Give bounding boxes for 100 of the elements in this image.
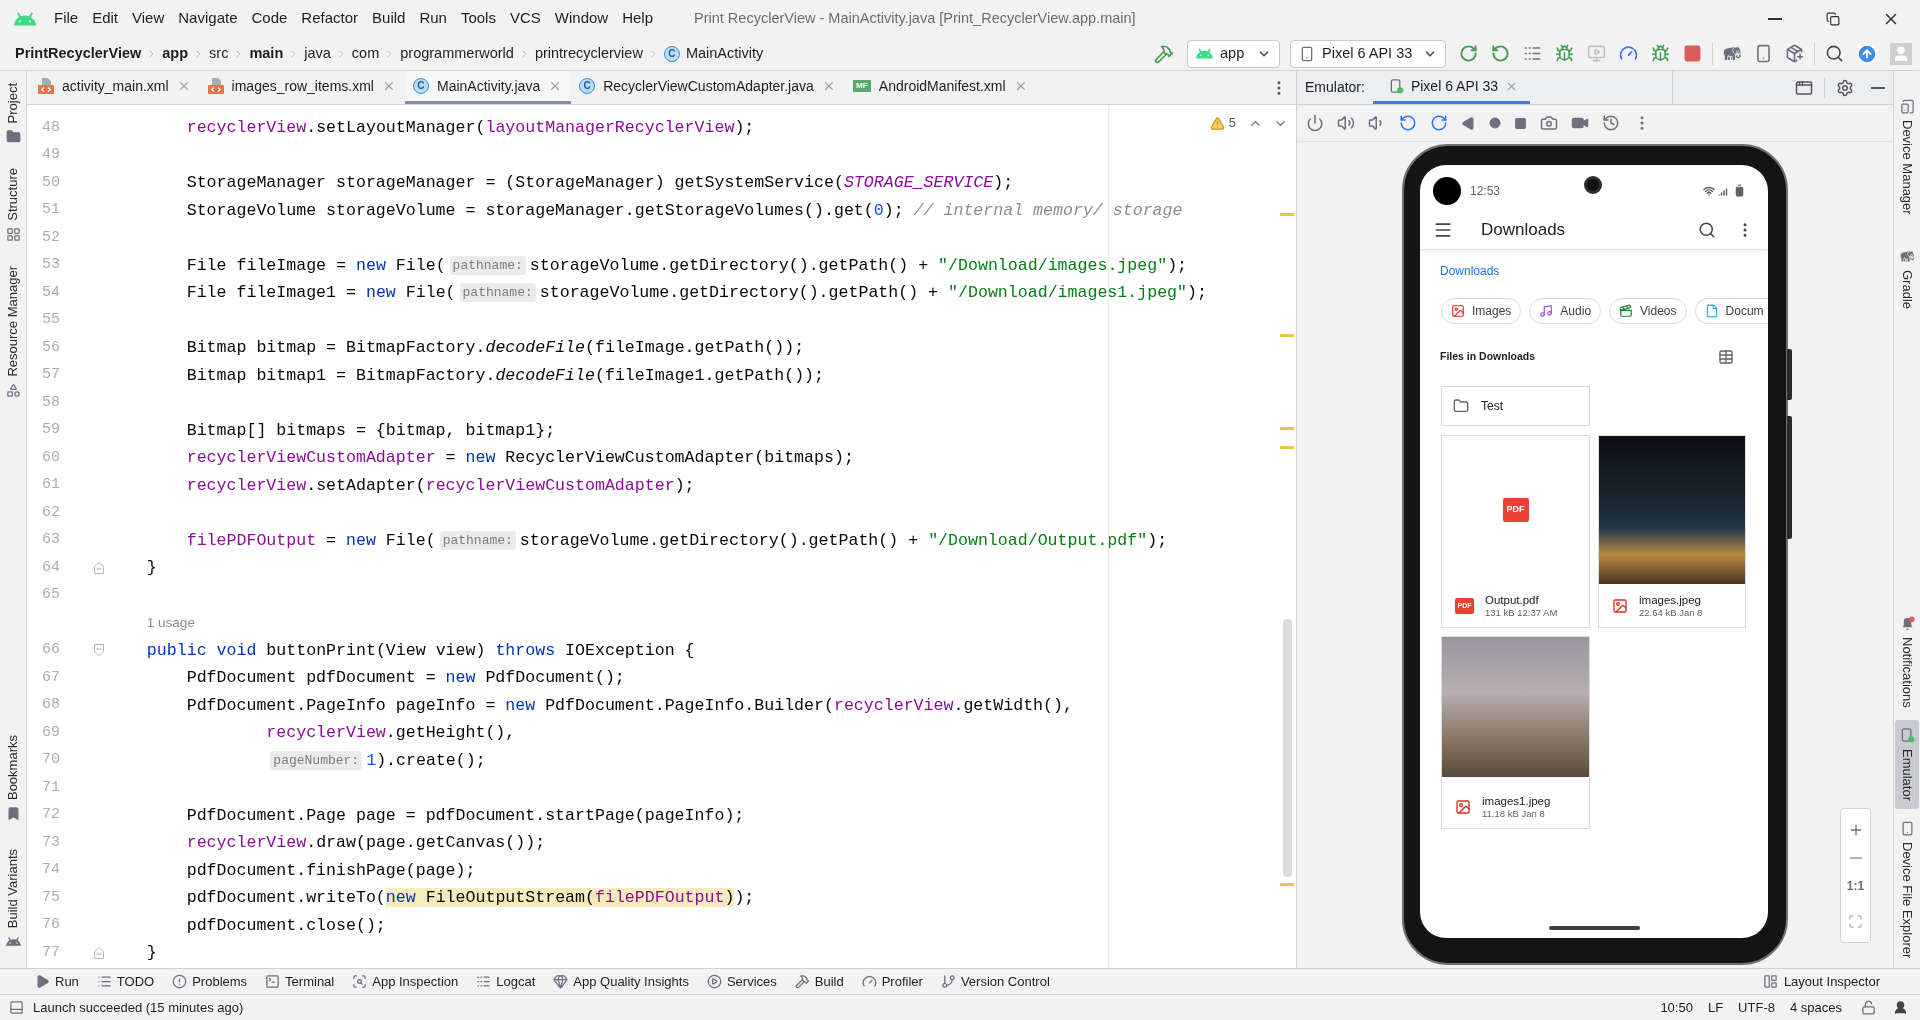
tool-window-button[interactable]: Build [785,969,853,994]
breadcrumb-item[interactable]: programmerworld [400,42,514,65]
menu-item[interactable]: Navigate [171,3,245,34]
apply-changes-icon[interactable] [1491,44,1510,63]
tool-window-button[interactable]: Structure [1,165,25,246]
tool-window-button[interactable]: App Quality Insights [544,969,698,994]
menu-item[interactable]: Window [547,3,616,34]
breadcrumb-item[interactable]: printrecyclerview [534,42,643,65]
menu-item[interactable]: Refactor [294,3,366,34]
lines-icon[interactable] [1523,44,1542,63]
editor-tab[interactable]: C RecyclerViewCustomAdapter.java [571,71,845,104]
menu-item[interactable]: Run [412,3,454,34]
rotate-right-icon[interactable] [1430,114,1448,132]
tool-window-button[interactable]: Resource Manager [1,263,25,401]
menu-item[interactable]: View [125,3,172,34]
fold-icon[interactable] [94,946,104,959]
back-icon[interactable] [1461,115,1476,131]
tool-window-button[interactable]: App Inspection [343,969,468,994]
tool-window-button[interactable]: Notifications [1895,607,1919,716]
power-icon[interactable] [1306,114,1324,132]
overview-icon[interactable] [1514,116,1527,130]
tool-window-button[interactable]: Project [1,80,25,148]
menu-item[interactable]: Code [244,3,295,34]
status-message[interactable]: Launch succeeded (15 minutes ago) [33,997,244,1018]
scrollbar-thumb[interactable] [1283,619,1292,877]
minimize-icon[interactable] [1871,86,1885,89]
fold-icon[interactable] [94,644,104,657]
warning-marker[interactable] [1280,334,1294,337]
hammer-icon[interactable] [1154,43,1174,64]
search-icon[interactable] [1698,220,1716,239]
tool-window-button[interactable]: Bookmarks [1,731,25,824]
status-item[interactable]: UTF-8 [1738,997,1775,1018]
lock-icon[interactable] [1861,1000,1876,1015]
run-config-dropdown[interactable]: app [1187,39,1280,68]
editor-tab[interactable]: C MainActivity.java [404,71,572,104]
update-icon[interactable] [1856,42,1878,65]
gear-icon[interactable] [1836,78,1854,97]
status-item[interactable]: LF [1707,997,1724,1018]
camera-icon[interactable] [1540,114,1558,132]
tool-window-button[interactable]: Emulator [1895,719,1919,809]
tool-window-button[interactable]: Terminal [256,969,344,994]
bug-icon[interactable] [1651,44,1670,63]
status-item[interactable]: 10:50 [1660,997,1693,1018]
gauge-icon[interactable] [1619,44,1638,63]
warning-marker[interactable] [1280,446,1294,449]
tool-window-button[interactable]: Gradle [1895,240,1919,317]
snapshot-icon[interactable] [1602,114,1620,132]
rerun-icon[interactable] [1459,44,1478,63]
tool-window-button[interactable]: Device File Explorer [1895,812,1919,966]
tool-window-button[interactable]: Run [26,969,88,994]
tool-window-button[interactable]: Problems [163,969,257,994]
tool-window-button[interactable]: Device Manager [1895,91,1919,223]
device-dropdown[interactable]: Pixel 6 API 33 [1290,39,1446,68]
elephant-icon[interactable] [1723,44,1742,63]
usage-hint[interactable]: 1 usage [146,612,195,633]
phone-icon[interactable] [1754,44,1773,63]
menu-item[interactable]: VCS [502,3,548,34]
list-view-icon[interactable] [1718,349,1734,365]
menu-item[interactable]: File [47,3,86,34]
warning-marker[interactable] [1280,427,1294,430]
device-tab[interactable]: Pixel 6 API 33 [1372,71,1531,104]
package-icon[interactable] [1785,44,1804,63]
breadcrumb-item[interactable]: PrintRecyclerView [15,42,142,65]
home-indicator[interactable] [1548,926,1640,930]
tool-window-button[interactable]: Layout Inspector [1760,969,1882,994]
fold-icon[interactable] [94,561,104,574]
stop-icon[interactable] [1683,44,1702,63]
menu-item[interactable]: Edit [85,3,126,34]
actual-size-button[interactable]: 1:1 [1846,877,1865,896]
editor-tab[interactable]: MF AndroidManifest.xml [844,71,1037,104]
zoom-out-icon[interactable] [1849,856,1862,859]
breadcrumb-item[interactable]: java [304,42,331,65]
tool-window-button[interactable]: Services [697,969,786,994]
home-icon[interactable] [1489,117,1501,129]
tool-window-button[interactable]: Version Control [931,969,1059,994]
person-icon[interactable] [1893,1000,1908,1015]
breadcrumb-link[interactable]: Downloads [1440,264,1500,278]
rotate-left-icon[interactable] [1399,114,1417,132]
tool-window-button[interactable]: Profiler [852,969,932,994]
tool-window-button[interactable]: TODO [87,969,164,994]
editor-tab[interactable]: activity_main.xml [30,71,200,104]
window-icon[interactable] [1795,78,1813,97]
warning-marker[interactable] [1280,883,1294,886]
warning-count[interactable]: 5 [1228,113,1236,133]
editor-tab[interactable]: images_row_items.xml [199,71,405,104]
breadcrumb-item[interactable]: com [351,42,380,65]
volume-up-icon[interactable] [1337,114,1355,132]
file-card[interactable]: images.jpeg 22.64 kB Jan 8 [1598,435,1746,628]
bug-icon[interactable] [1555,44,1574,63]
panel-icon[interactable] [9,1000,24,1015]
search-icon[interactable] [1825,44,1844,63]
breadcrumb-item[interactable]: C MainActivity [663,42,764,65]
breadcrumb-item[interactable]: main [249,42,284,65]
status-item[interactable]: 4 spaces [1789,997,1842,1018]
menu-item[interactable]: Help [615,3,661,34]
menu-item[interactable]: Tools [453,3,503,34]
tool-window-button[interactable]: Logcat [467,969,545,994]
breadcrumb-item[interactable]: src [209,42,229,65]
warning-icon[interactable] [1209,115,1225,131]
file-card[interactable]: images1.jpeg 11.18 kB Jan 8 [1441,636,1590,829]
